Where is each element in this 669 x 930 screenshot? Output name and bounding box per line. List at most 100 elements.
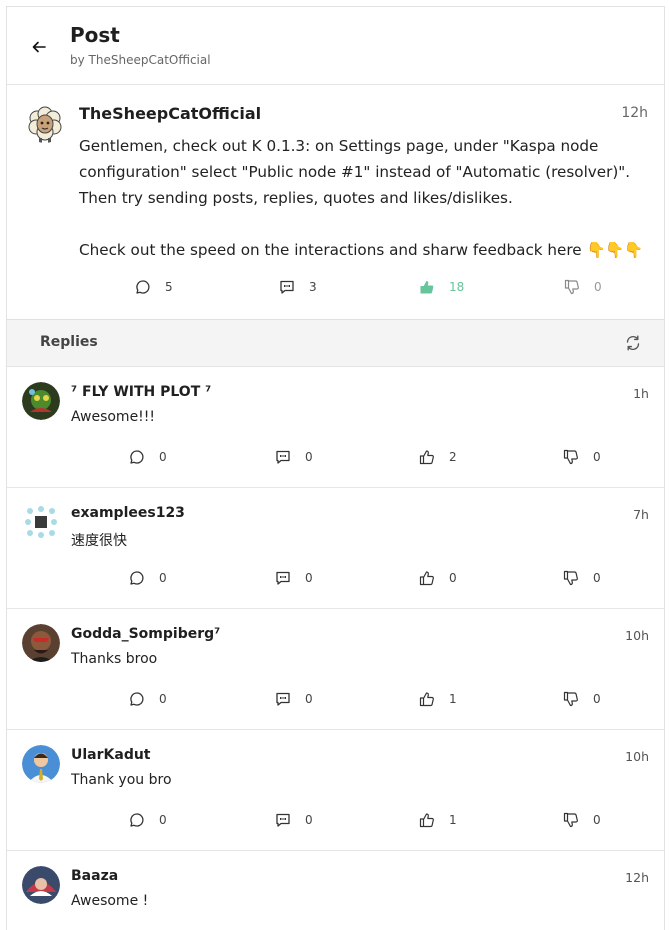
like-count: 2	[449, 450, 457, 464]
quote-icon	[280, 280, 294, 294]
thumbs-down-icon	[563, 691, 578, 707]
dislike-button[interactable]: 0	[563, 691, 601, 707]
quote-count: 3	[309, 280, 317, 294]
comment-icon	[136, 280, 150, 294]
comment-icon	[130, 571, 144, 585]
dislike-button[interactable]: 0	[563, 812, 601, 828]
refresh-icon	[626, 335, 640, 351]
comment-icon	[130, 450, 144, 464]
quote-count: 0	[305, 813, 313, 827]
quote-button[interactable]: 0	[275, 570, 313, 586]
thumbs-down-icon	[564, 279, 579, 295]
reply-button[interactable]: 0	[129, 691, 167, 707]
replies-header: Replies	[7, 320, 664, 367]
reply-text: 速度很快	[71, 533, 127, 549]
reply-author[interactable]: Godda_Sompiberg⁷	[71, 626, 220, 642]
like-count: 1	[449, 692, 457, 706]
reply-count: 0	[159, 450, 167, 464]
replies-title: Replies	[40, 334, 98, 350]
reply-timestamp: 7h	[633, 507, 649, 522]
reply-author[interactable]: UlarKadut	[71, 747, 151, 763]
reply-item: examplees123 7h 速度很快 0 0 0 0	[7, 488, 664, 609]
refresh-button[interactable]	[624, 334, 642, 352]
reply-actions: 0 0 2 0	[7, 449, 664, 469]
reply-button[interactable]: 0	[129, 570, 167, 586]
reply-count: 0	[159, 692, 167, 706]
reply-button[interactable]: 5	[135, 279, 173, 295]
reply-timestamp: 10h	[625, 749, 649, 764]
reply-text: Thank you bro	[71, 772, 172, 788]
avatar[interactable]	[22, 382, 60, 420]
reply-text: Awesome!!!	[71, 409, 156, 425]
thumbs-up-icon	[419, 813, 434, 828]
reply-timestamp: 10h	[625, 628, 649, 643]
reply-author[interactable]: examplees123	[71, 505, 185, 521]
reply-actions: 0 0 1 0	[7, 812, 664, 832]
reply-item: Godda_Sompiberg⁷ 10h Thanks broo 0 0 1 0	[7, 609, 664, 730]
post-page: Post by TheSheepCatOfficial TheSheepCatO…	[6, 6, 665, 930]
like-button[interactable]: 1	[419, 691, 457, 707]
like-button[interactable]: 18	[419, 279, 464, 295]
like-button[interactable]: 2	[419, 449, 457, 465]
thumbs-down-icon	[563, 570, 578, 586]
like-count: 1	[449, 813, 457, 827]
reply-actions: 0 0 1 0	[7, 691, 664, 711]
quote-count: 0	[305, 571, 313, 585]
reply-count: 5	[165, 280, 173, 294]
main-post: TheSheepCatOfficial 12h Gentlemen, check…	[7, 7, 664, 320]
quote-count: 0	[305, 692, 313, 706]
thumbs-down-icon	[563, 449, 578, 465]
reply-item: Baaza 12h Awesome !	[7, 851, 664, 930]
reply-text: Thanks broo	[71, 651, 158, 667]
thumbs-up-icon	[420, 281, 434, 294]
like-count: 0	[449, 571, 457, 585]
quote-icon	[276, 692, 290, 706]
dislike-button[interactable]: 0	[563, 570, 601, 586]
post-author[interactable]: TheSheepCatOfficial	[79, 104, 261, 123]
thumbs-up-icon	[419, 450, 434, 465]
sheep-avatar[interactable]	[25, 103, 65, 143]
quote-button[interactable]: 3	[279, 279, 317, 295]
dislike-count: 0	[593, 450, 601, 464]
reply-timestamp: 12h	[625, 870, 649, 885]
quote-button[interactable]: 0	[275, 691, 313, 707]
dislike-count: 0	[593, 692, 601, 706]
comment-icon	[130, 813, 144, 827]
reply-author[interactable]: Baaza	[71, 868, 118, 884]
dislike-count: 0	[593, 571, 601, 585]
reply-count: 0	[159, 813, 167, 827]
quote-icon	[276, 813, 290, 827]
reply-timestamp: 1h	[633, 386, 649, 401]
post-body: Gentlemen, check out K 0.1.3: on Setting…	[79, 137, 644, 259]
quote-count: 0	[305, 450, 313, 464]
quote-button[interactable]: 0	[275, 449, 313, 465]
like-button[interactable]: 1	[419, 812, 457, 828]
post-timestamp: 12h	[621, 105, 648, 121]
thumbs-down-icon	[563, 812, 578, 828]
dislike-button[interactable]: 0	[564, 279, 602, 295]
dislike-count: 0	[593, 813, 601, 827]
avatar[interactable]	[22, 866, 60, 904]
avatar[interactable]	[22, 624, 60, 662]
quote-icon	[276, 571, 290, 585]
like-count: 18	[449, 280, 465, 294]
quote-button[interactable]: 0	[275, 812, 313, 828]
comment-icon	[130, 692, 144, 706]
reply-item: ⁷ FLY WITH PLOT ⁷ 1h Awesome!!! 0 0 2 0	[7, 367, 664, 488]
dislike-count: 0	[594, 280, 602, 294]
reply-item: UlarKadut 10h Thank you bro 0 0 1 0	[7, 730, 664, 851]
reply-author[interactable]: ⁷ FLY WITH PLOT ⁷	[71, 384, 211, 400]
dislike-button[interactable]: 0	[563, 449, 601, 465]
thumbs-up-icon	[419, 692, 434, 707]
quote-icon	[276, 450, 290, 464]
thumbs-up-icon	[419, 571, 434, 586]
reply-count: 0	[159, 571, 167, 585]
avatar[interactable]	[22, 503, 60, 541]
reply-button[interactable]: 0	[129, 449, 167, 465]
post-actions: 5 3 18 0	[7, 279, 664, 299]
reply-actions: 0 0 0 0	[7, 570, 664, 590]
like-button[interactable]: 0	[419, 570, 457, 586]
reply-text: Awesome !	[71, 893, 149, 909]
avatar[interactable]	[22, 745, 60, 783]
reply-button[interactable]: 0	[129, 812, 167, 828]
